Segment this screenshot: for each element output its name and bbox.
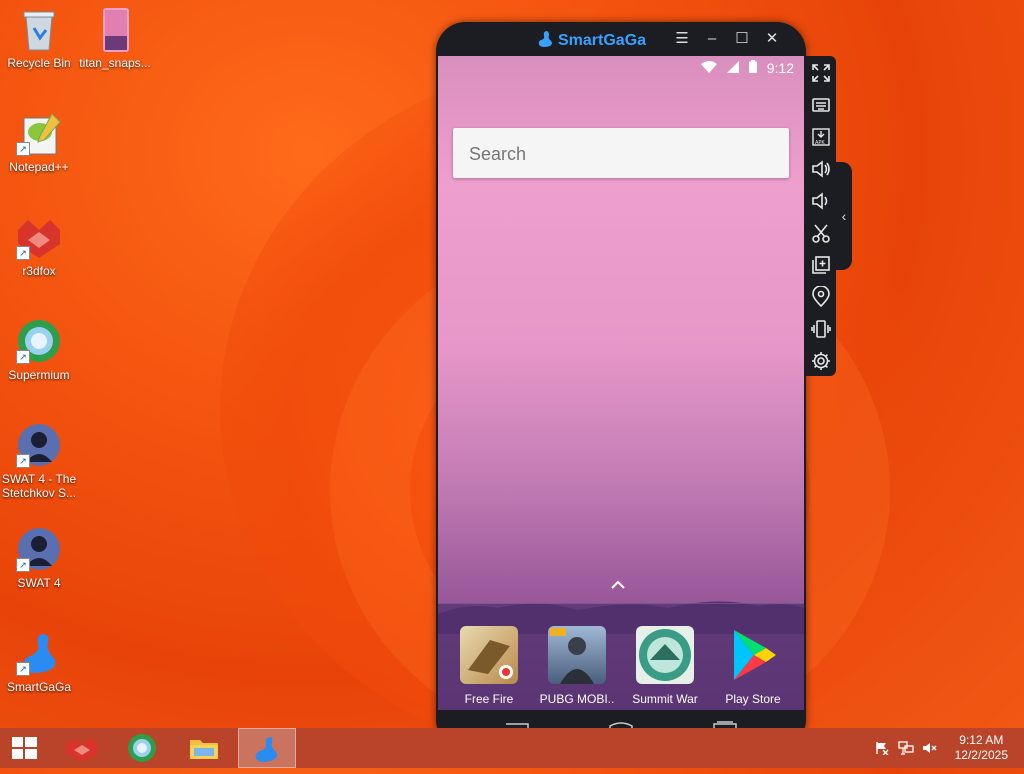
shortcut-arrow-icon: ↗: [16, 246, 30, 260]
network-icon[interactable]: [898, 741, 914, 755]
app-label: Free Fire: [464, 692, 514, 706]
desktop-icon-notepad-plus-plus[interactable]: ↗ Notepad++: [1, 110, 77, 174]
desktop-icon-label: Supermium: [8, 368, 70, 382]
start-button[interactable]: [0, 728, 56, 768]
keyboard-icon[interactable]: [810, 94, 832, 116]
desktop-icon-smartgaga[interactable]: ↗ SmartGaGa: [1, 630, 77, 694]
shortcut-arrow-icon: ↗: [16, 558, 30, 572]
desktop-icon-label: SWAT 4 - The Stetchkov S...: [1, 472, 77, 500]
close-button[interactable]: ✕: [762, 29, 782, 49]
supermium-icon: [128, 734, 156, 762]
desktop-icon-label: SmartGaGa: [6, 680, 72, 694]
status-time: 9:12: [766, 60, 794, 76]
window-titlebar[interactable]: SmartGaGa ☰ – ☐ ✕: [436, 22, 806, 56]
desktop-icon-supermium[interactable]: ↗ Supermium: [1, 318, 77, 382]
app-label: Play Store: [725, 692, 781, 706]
swat4-icon: ↗: [16, 422, 62, 468]
search-bar[interactable]: [453, 128, 789, 180]
app-free-fire[interactable]: Free Fire: [449, 626, 529, 706]
search-input[interactable]: [453, 128, 771, 180]
window-title: SmartGaGa: [536, 30, 646, 50]
desktop-icon-label: Notepad++: [9, 160, 69, 174]
android-screen[interactable]: 9:12 Free Fire PUBG MOBI..: [438, 56, 804, 710]
fullscreen-icon[interactable]: [810, 62, 832, 84]
supermium-icon: ↗: [16, 318, 62, 364]
settings-icon[interactable]: [810, 350, 832, 372]
action-center-flag-icon[interactable]: [874, 741, 890, 756]
shortcut-arrow-icon: ↗: [16, 350, 30, 364]
taskbar-smartgaga[interactable]: [238, 728, 296, 768]
desktop-icon-swat4-stetchkov[interactable]: ↗ SWAT 4 - The Stetchkov S...: [1, 422, 77, 500]
toolbar-collapse-chevron-icon[interactable]: ‹: [836, 162, 852, 270]
location-icon[interactable]: [810, 285, 832, 308]
image-file-icon: [92, 6, 138, 52]
maximize-button[interactable]: ☐: [732, 29, 752, 49]
apk-install-icon[interactable]: APK: [810, 126, 832, 148]
smartgaga-logo-icon: [538, 31, 552, 47]
r3dfox-icon: ↗: [16, 214, 62, 260]
clock-date: 12/2/2025: [954, 748, 1008, 762]
app-label: Summit War: [632, 692, 698, 706]
app-pubg-mobile[interactable]: PUBG MOBI..: [537, 626, 617, 706]
windows-taskbar: 9:12 AM 12/2/2025: [0, 728, 1024, 768]
app-drawer-chevron-up-icon[interactable]: [611, 576, 625, 594]
taskbar-supermium[interactable]: [114, 728, 170, 768]
screenshot-icon[interactable]: [810, 222, 832, 244]
desktop-icon-recycle-bin[interactable]: Recycle Bin: [1, 6, 77, 70]
window-title-text: SmartGaGa: [558, 32, 647, 49]
signal-icon: [726, 60, 743, 76]
desktop-icon-titan-snaps[interactable]: titan_snaps...: [77, 6, 153, 70]
app-summit-war[interactable]: Summit War: [625, 626, 705, 706]
shortcut-arrow-icon: ↗: [16, 142, 30, 156]
clock-time: 9:12 AM: [959, 733, 1004, 747]
app-dock: Free Fire PUBG MOBI.. Summit War Play St…: [438, 603, 804, 710]
smartgaga-window: SmartGaGa ☰ – ☐ ✕ 9:12 Search Free Fire …: [436, 22, 806, 749]
taskbar-r3dfox[interactable]: [54, 728, 110, 768]
free-fire-icon: [460, 626, 518, 684]
play-store-icon: [724, 626, 782, 684]
android-status-bar: 9:12: [695, 60, 794, 76]
volume-up-icon[interactable]: [810, 158, 832, 180]
desktop-icon-label: SWAT 4: [17, 576, 61, 590]
app-play-store[interactable]: Play Store: [713, 626, 793, 706]
volume-down-icon[interactable]: [810, 190, 832, 212]
swat4-icon: ↗: [16, 526, 62, 572]
menu-icon[interactable]: ☰: [672, 29, 692, 49]
shortcut-arrow-icon: ↗: [16, 662, 30, 676]
pubg-mobile-icon: [548, 626, 606, 684]
svg-text:APK: APK: [815, 140, 825, 146]
multi-instance-icon[interactable]: [810, 254, 832, 276]
recycle-bin-icon: [16, 6, 62, 52]
smartgaga-swan-icon: ↗: [16, 630, 62, 676]
battery-icon: [748, 60, 761, 76]
app-label: PUBG MOBI..: [539, 692, 615, 706]
desktop-icon-label: titan_snaps...: [79, 56, 151, 70]
desktop-icon-label: Recycle Bin: [7, 56, 71, 70]
notepad-plus-plus-icon: ↗: [16, 110, 62, 156]
desktop-icon-label: r3dfox: [22, 264, 56, 278]
volume-muted-icon[interactable]: [922, 741, 938, 755]
shortcut-arrow-icon: ↗: [16, 454, 30, 468]
desktop-icon-swat4[interactable]: ↗ SWAT 4: [1, 526, 77, 590]
taskbar-clock[interactable]: 9:12 AM 12/2/2025: [955, 733, 1008, 763]
folder-icon: [190, 740, 218, 759]
desktop-icon-r3dfox[interactable]: ↗ r3dfox: [1, 214, 77, 278]
taskbar-file-explorer[interactable]: [176, 728, 232, 768]
wifi-icon: [701, 60, 721, 76]
shake-icon[interactable]: [810, 318, 832, 340]
r3dfox-icon: [66, 738, 98, 762]
minimize-button[interactable]: –: [702, 29, 722, 49]
summit-war-icon: [636, 626, 694, 684]
emulator-side-toolbar: APK: [806, 56, 836, 376]
smartgaga-swan-icon: [255, 737, 278, 762]
